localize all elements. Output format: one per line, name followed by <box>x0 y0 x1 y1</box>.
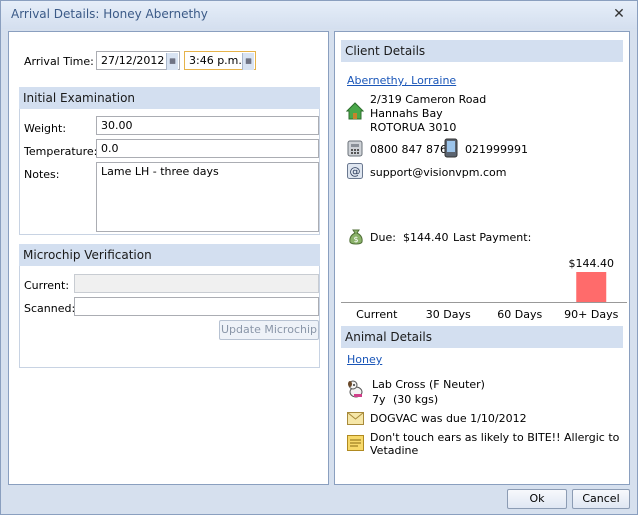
weight-input[interactable]: 30.00 <box>96 116 319 135</box>
weight-label: Weight: <box>24 122 67 135</box>
notes-label: Notes: <box>24 168 60 181</box>
current-chip-field <box>74 274 319 293</box>
address-line1: 2/319 Cameron Road <box>370 93 487 106</box>
mobile-icon <box>444 138 458 158</box>
chart-bar <box>576 272 607 302</box>
scanned-chip-input[interactable] <box>74 297 319 316</box>
current-chip-label: Current: <box>24 279 70 292</box>
chart-category-label: 30 Days <box>426 308 471 321</box>
microchip-header: Microchip Verification <box>19 244 320 266</box>
svg-text:@: @ <box>350 165 361 178</box>
client-details-header: Client Details <box>341 40 623 62</box>
cancel-button[interactable]: Cancel <box>572 489 630 509</box>
update-microchip-button[interactable]: Update Microchip <box>219 320 319 340</box>
arrival-time-value: 3:46 p.m. <box>189 54 242 67</box>
temperature-input[interactable]: 0.0 <box>96 139 319 158</box>
initial-exam-header: Initial Examination <box>19 87 320 109</box>
chart-data-label: $144.40 <box>569 257 615 270</box>
last-payment-label: Last Payment: <box>453 231 532 244</box>
time-picker-icon[interactable]: ▦ <box>242 53 254 70</box>
mobile-number: 021999991 <box>465 143 528 156</box>
scanned-chip-label: Scanned: <box>24 302 76 315</box>
chart-category-label: 60 Days <box>497 308 542 321</box>
due-label: Due: <box>370 231 396 244</box>
client-name-link[interactable]: Abernethy, Lorraine <box>347 74 456 87</box>
animal-name-link[interactable]: Honey <box>347 353 382 366</box>
aging-chart: Current 30 Days 60 Days $144.40 90+ Days <box>341 257 627 321</box>
animal-weight: (30 kgs) <box>393 393 439 406</box>
left-panel: Arrival Time: 27/12/2012 ▦ 3:46 p.m. ▦ I… <box>8 31 329 485</box>
temperature-label: Temperature: <box>24 145 98 158</box>
phone-icon <box>347 140 363 157</box>
chart-category-label: 90+ Days <box>564 308 618 321</box>
due-value: $144.40 <box>403 231 449 244</box>
animal-sex: (F Neuter) <box>429 378 485 391</box>
title-bar: Arrival Details: Honey Abernethy ✕ <box>1 1 637 29</box>
ok-button[interactable]: Ok <box>507 489 567 509</box>
animal-alert-line1: Don't touch ears as likely to BITE!! All… <box>370 431 620 444</box>
dog-icon <box>348 380 363 398</box>
chart-category-label: Current <box>356 308 398 321</box>
arrival-details-window: Arrival Details: Honey Abernethy ✕ Arriv… <box>0 0 638 515</box>
money-bag-icon: $ <box>349 229 363 245</box>
address-line2: Hannahs Bay <box>370 107 443 120</box>
arrival-date-field[interactable]: 27/12/2012 ▦ <box>96 51 180 70</box>
window-title: Arrival Details: Honey Abernethy <box>11 7 208 21</box>
arrival-time-field[interactable]: 3:46 p.m. ▦ <box>184 51 256 70</box>
animal-breed: Lab Cross <box>372 378 426 391</box>
calendar-icon[interactable]: ▦ <box>166 53 178 70</box>
home-icon <box>346 102 364 120</box>
svg-text:$: $ <box>353 235 358 244</box>
right-panel: Client Details Abernethy, Lorraine 2/319… <box>334 31 630 485</box>
phone-number: 0800 847 876 <box>370 143 447 156</box>
animal-alert-line2: Vetadine <box>370 444 419 457</box>
arrival-date-value: 27/12/2012 <box>101 54 165 67</box>
email-address: support@visionvpm.com <box>370 166 507 179</box>
notes-textarea[interactable]: Lame LH - three days <box>96 162 319 232</box>
reminder-envelope-icon <box>347 412 364 425</box>
animal-age: 7y <box>372 393 386 406</box>
arrival-time-label: Arrival Time: <box>24 55 94 68</box>
email-icon: @ <box>347 163 363 179</box>
note-alert-icon <box>347 435 364 451</box>
address-line3: ROTORUA 3010 <box>370 121 457 134</box>
close-icon[interactable]: ✕ <box>611 6 627 22</box>
vaccine-reminder: DOGVAC was due 1/10/2012 <box>370 412 527 425</box>
animal-details-header: Animal Details <box>341 326 623 348</box>
